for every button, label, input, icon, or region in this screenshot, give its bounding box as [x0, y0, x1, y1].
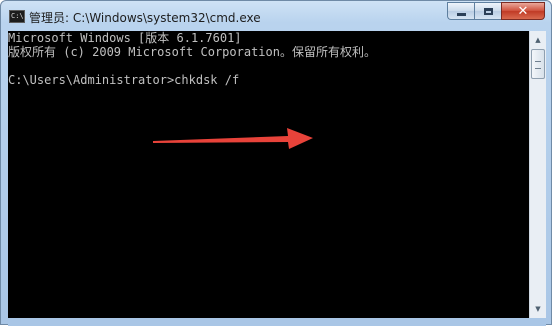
window-title: 管理员: C:\Windows\system32\cmd.exe — [29, 11, 261, 25]
console-line-command: C:\Users\Administrator>chkdsk /f — [8, 73, 240, 87]
scroll-up-icon[interactable]: ▲ — [531, 32, 545, 48]
maximize-icon — [483, 7, 493, 15]
maximize-button[interactable] — [474, 2, 501, 20]
close-icon: ✕ — [517, 3, 529, 19]
console-output-area[interactable]: Microsoft Windows [版本 6.1.7601] 版权所有 (c) … — [8, 31, 529, 318]
console-line-version: Microsoft Windows [版本 6.1.7601] — [8, 31, 242, 45]
scroll-thumb[interactable] — [531, 49, 545, 79]
resize-grip[interactable] — [529, 318, 546, 326]
console-line-copyright: 版权所有 (c) 2009 Microsoft Corporation。保留所有… — [8, 45, 376, 59]
scroll-down-icon[interactable]: ▼ — [531, 301, 545, 317]
caption-buttons: ✕ — [447, 2, 545, 22]
window-bottom-border — [8, 318, 529, 326]
cmd-app-icon[interactable]: C:\. — [9, 10, 28, 23]
annotation-arrow — [153, 128, 313, 149]
console-line-blank — [8, 59, 376, 73]
console-text: Microsoft Windows [版本 6.1.7601] 版权所有 (c) … — [8, 31, 376, 87]
title-bar[interactable]: C:\. 管理员: C:\Windows\system32\cmd.exe ✕ — [1, 1, 551, 31]
vertical-scrollbar[interactable]: ▲ ▼ — [529, 31, 546, 318]
annotation-arrow-shape — [153, 128, 313, 149]
console-window: C:\. 管理员: C:\Windows\system32\cmd.exe ✕ … — [0, 0, 552, 326]
close-button[interactable]: ✕ — [501, 2, 545, 20]
minimize-icon — [456, 12, 466, 16]
minimize-button[interactable] — [447, 2, 474, 20]
